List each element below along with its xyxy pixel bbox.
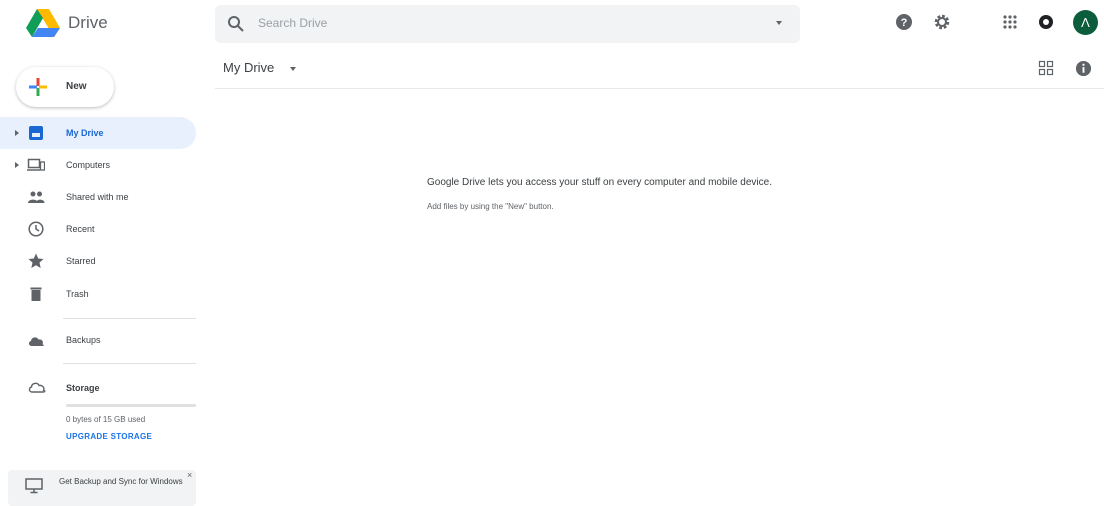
- computers-icon: [27, 158, 45, 171]
- breadcrumb[interactable]: My Drive: [223, 60, 274, 75]
- search-icon[interactable]: [227, 15, 245, 33]
- backup-sync-promo[interactable]: Get Backup and Sync for Windows ×: [8, 470, 196, 506]
- search-options-icon[interactable]: [776, 21, 782, 25]
- chevron-down-icon[interactable]: [290, 67, 296, 71]
- grid-view-icon[interactable]: [1038, 60, 1054, 76]
- clock-icon: [28, 221, 44, 237]
- promo-label[interactable]: Get Backup and Sync for Windows: [59, 477, 184, 487]
- search-input[interactable]: Search Drive: [258, 16, 327, 30]
- header-divider: [215, 88, 1104, 89]
- storage-usage-bar: [66, 404, 196, 407]
- sidebar-item-recent[interactable]: Recent: [0, 213, 196, 245]
- star-icon: [28, 253, 44, 268]
- sidebar-item-shared-with-me[interactable]: Shared with me: [0, 181, 196, 213]
- sidebar-item-label: Shared with me: [66, 192, 129, 202]
- svg-text:?: ?: [901, 17, 908, 29]
- search-bar[interactable]: Search Drive: [215, 5, 800, 43]
- expand-caret-icon[interactable]: [15, 162, 19, 168]
- app-name[interactable]: Drive: [68, 13, 108, 33]
- sidebar-divider: [63, 318, 196, 319]
- sidebar-item-trash[interactable]: Trash: [0, 278, 196, 310]
- sidebar-item-label: Backups: [66, 335, 101, 345]
- help-icon[interactable]: ?: [894, 12, 914, 32]
- cloud-icon: [28, 337, 44, 346]
- sidebar-item-label: Recent: [66, 224, 95, 234]
- sidebar-item-label: Trash: [66, 289, 89, 299]
- sidebar-item-label: Computers: [66, 160, 111, 170]
- info-icon[interactable]: [1075, 60, 1092, 77]
- drive-logo-icon[interactable]: [26, 9, 60, 37]
- sidebar-item-backups[interactable]: Backups: [0, 324, 196, 356]
- sidebar-item-starred[interactable]: Starred: [0, 245, 196, 277]
- account-avatar[interactable]: Λ: [1073, 10, 1098, 35]
- sidebar-item-computers[interactable]: Computers: [0, 149, 196, 181]
- new-button[interactable]: New: [16, 67, 114, 107]
- empty-state-subtitle: Add files by using the "New" button.: [427, 202, 554, 211]
- storage-used-text: 0 bytes of 15 GB used: [66, 415, 146, 424]
- storage-cloud-icon: [28, 382, 46, 393]
- new-button-label: New: [66, 81, 87, 92]
- trash-icon: [30, 287, 42, 301]
- notifications-icon[interactable]: [1036, 12, 1056, 32]
- plus-icon: [29, 78, 47, 96]
- sidebar-item-label: My Drive: [66, 128, 104, 138]
- upgrade-storage-link[interactable]: UPGRADE STORAGE: [66, 432, 152, 441]
- expand-caret-icon[interactable]: [15, 130, 19, 136]
- apps-grid-icon[interactable]: [1000, 12, 1020, 32]
- settings-gear-icon[interactable]: [932, 12, 952, 32]
- sidebar-item-my-drive[interactable]: My Drive: [0, 117, 196, 149]
- storage-label[interactable]: Storage: [66, 383, 100, 393]
- desktop-icon: [25, 478, 43, 494]
- empty-state-title: Google Drive lets you access your stuff …: [427, 177, 772, 188]
- close-icon[interactable]: ×: [187, 470, 192, 480]
- my-drive-icon: [29, 126, 43, 140]
- sidebar-item-label: Starred: [66, 256, 96, 266]
- sidebar-divider: [63, 363, 196, 364]
- shared-icon: [28, 191, 45, 203]
